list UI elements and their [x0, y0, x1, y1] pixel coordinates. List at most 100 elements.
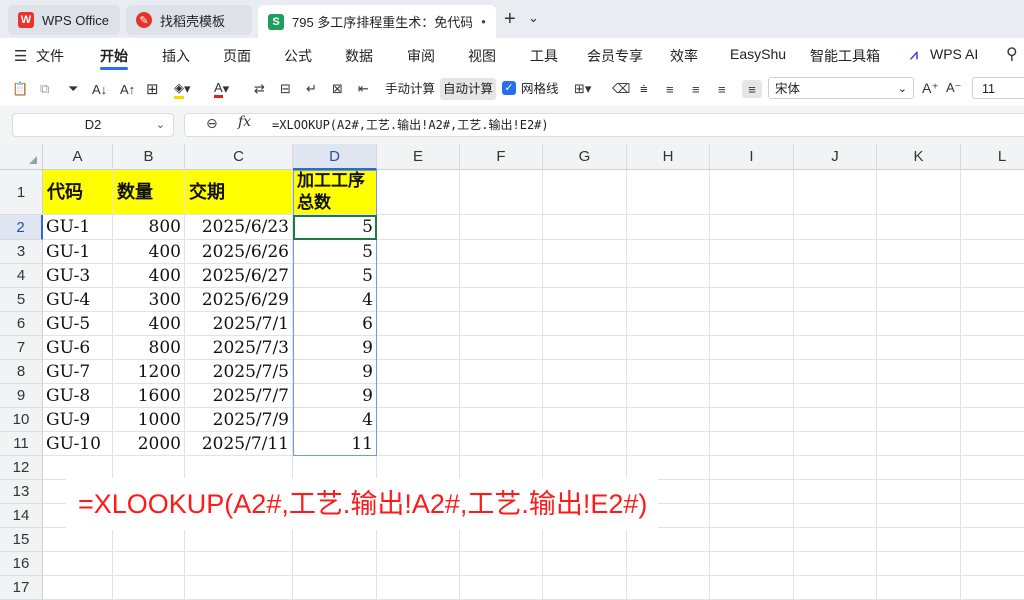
grid-cell[interactable] [377, 576, 460, 600]
grid-cell[interactable] [877, 504, 961, 528]
data-cell[interactable]: 800 [113, 336, 185, 360]
grid-cell[interactable] [113, 456, 185, 480]
manual-calc-button[interactable]: 手动计算 [382, 78, 438, 100]
grid-cell[interactable] [460, 288, 543, 312]
data-cell[interactable]: GU-10 [43, 432, 113, 456]
grid-cell[interactable] [377, 552, 460, 576]
paste-icon[interactable]: 📋 [12, 80, 28, 98]
menu-file[interactable]: 文件 [36, 46, 64, 66]
grid-cell[interactable] [377, 528, 460, 552]
data-cell[interactable]: 2025/6/23 [185, 215, 293, 240]
font-size-select[interactable]: 11 [972, 77, 1024, 99]
grid-cell[interactable] [794, 264, 877, 288]
grid-cell[interactable] [460, 432, 543, 456]
grid-cell[interactable] [627, 170, 710, 215]
grid-cell[interactable] [877, 480, 961, 504]
grid-cell[interactable] [460, 384, 543, 408]
grid-cell[interactable] [961, 264, 1024, 288]
clear-format-icon[interactable]: ⌫ [612, 80, 630, 98]
grid-cell[interactable] [627, 264, 710, 288]
grid-cell[interactable] [293, 576, 377, 600]
menu-efficiency[interactable]: 效率 [670, 46, 698, 66]
grid-cell[interactable] [877, 312, 961, 336]
data-cell[interactable]: 2025/7/5 [185, 360, 293, 384]
row-header-4[interactable]: 4 [0, 264, 43, 288]
menu-view[interactable]: 视图 [468, 46, 496, 66]
data-cell[interactable]: 9 [293, 336, 377, 360]
grid-cell[interactable] [710, 576, 794, 600]
row-header-2[interactable]: 2 [0, 215, 43, 240]
grid-cell[interactable] [377, 360, 460, 384]
grid-cell[interactable] [794, 528, 877, 552]
grid-cell[interactable] [377, 288, 460, 312]
grid-cell[interactable] [794, 215, 877, 240]
column-header-f[interactable]: F [460, 144, 543, 170]
menu-review[interactable]: 审阅 [407, 46, 435, 66]
data-cell[interactable]: 2025/7/11 [185, 432, 293, 456]
data-cell[interactable]: GU-4 [43, 288, 113, 312]
data-cell[interactable]: 2025/6/29 [185, 288, 293, 312]
grow-font-button[interactable]: A⁺ [922, 80, 939, 97]
row-header-11[interactable]: 11 [0, 432, 43, 456]
grid-cell[interactable] [627, 576, 710, 600]
row-header-9[interactable]: 9 [0, 384, 43, 408]
header-cell-d[interactable]: 加工工序总数 [293, 170, 377, 215]
grid-cell[interactable] [293, 456, 377, 480]
column-header-a[interactable]: A [43, 144, 113, 170]
menu-smart-toolbox[interactable]: 智能工具箱 [810, 46, 880, 66]
grid-cell[interactable] [543, 384, 627, 408]
row-header-6[interactable]: 6 [0, 312, 43, 336]
hamburger-icon[interactable]: ☰ [14, 47, 27, 65]
grid-cell[interactable] [627, 215, 710, 240]
zoom-icon[interactable]: ⊖ [206, 115, 218, 132]
grid-cell[interactable] [710, 240, 794, 264]
header-cell-b[interactable]: 数量 [113, 170, 185, 215]
column-header-c[interactable]: C [185, 144, 293, 170]
grid-cell[interactable] [877, 240, 961, 264]
font-color-icon[interactable]: A ▾ [214, 80, 229, 98]
tab-spreadsheet[interactable]: S 795 多工序排程重生术：免代码免 ● [258, 5, 496, 38]
grid-cell[interactable] [377, 384, 460, 408]
grid-cell[interactable] [113, 576, 185, 600]
data-cell[interactable]: 2000 [113, 432, 185, 456]
grid-cell[interactable] [460, 240, 543, 264]
grid-cell[interactable] [543, 576, 627, 600]
data-cell[interactable]: 2025/6/26 [185, 240, 293, 264]
grid-cell[interactable] [961, 408, 1024, 432]
grid-cell[interactable] [293, 552, 377, 576]
grid-cell[interactable] [794, 456, 877, 480]
grid-cell[interactable] [460, 360, 543, 384]
grid-cell[interactable] [43, 576, 113, 600]
grid-cell[interactable] [543, 288, 627, 312]
column-header-k[interactable]: K [877, 144, 961, 170]
grid-cell[interactable] [961, 240, 1024, 264]
grid-cell[interactable] [460, 264, 543, 288]
data-cell[interactable]: 800 [113, 215, 185, 240]
fill-color-icon[interactable]: ◈ ▾ [174, 80, 191, 99]
grid-cell[interactable] [710, 408, 794, 432]
grid-cell[interactable] [627, 360, 710, 384]
column-header-e[interactable]: E [377, 144, 460, 170]
grid-cell[interactable] [460, 170, 543, 215]
grid-cell[interactable] [961, 384, 1024, 408]
grid-cell[interactable] [43, 456, 113, 480]
data-cell[interactable]: 9 [293, 384, 377, 408]
grid-cell[interactable] [185, 576, 293, 600]
align-left-icon[interactable]: ≡ [666, 80, 674, 98]
row-header-15[interactable]: 15 [0, 528, 43, 552]
column-header-j[interactable]: J [794, 144, 877, 170]
grid-cell[interactable] [543, 552, 627, 576]
convert-icon[interactable]: ⇄ [254, 80, 265, 98]
data-cell[interactable]: GU-1 [43, 240, 113, 264]
grid-cell[interactable] [627, 432, 710, 456]
grid-cell[interactable] [794, 480, 877, 504]
merge-icon[interactable]: ⊟ [280, 80, 291, 98]
data-cell[interactable]: GU-3 [43, 264, 113, 288]
data-cell[interactable]: GU-6 [43, 336, 113, 360]
grid-cell[interactable] [710, 552, 794, 576]
column-header-d[interactable]: D [293, 144, 377, 170]
row-header-1[interactable]: 1 [0, 170, 43, 215]
grid-cell[interactable] [877, 215, 961, 240]
menu-page[interactable]: 页面 [223, 46, 251, 66]
data-cell[interactable]: 2025/7/1 [185, 312, 293, 336]
